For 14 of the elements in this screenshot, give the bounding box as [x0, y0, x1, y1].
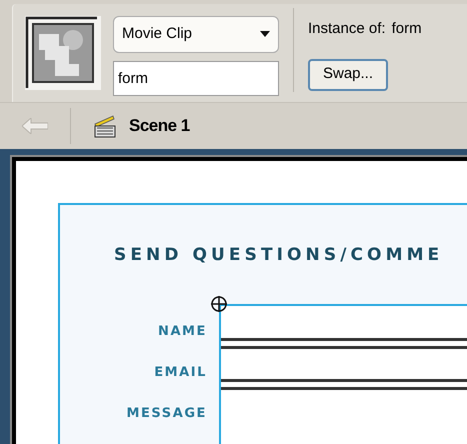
clapperboard-icon: [93, 114, 117, 138]
field-label: EMAIL: [154, 364, 207, 382]
movie-clip-symbol-icon: [25, 16, 101, 90]
field-label: NAME: [158, 323, 207, 341]
instance-of-label: Instance of:: [308, 19, 386, 39]
caret-icon: [260, 31, 270, 38]
swap-button[interactable]: Swap...: [308, 58, 388, 90]
field-label: MESSAGE: [126, 405, 207, 423]
form-title: SEND QUESTIONS/COMME: [114, 244, 444, 266]
instance-name-field[interactable]: form: [113, 60, 279, 96]
symbol-type-dropdown[interactable]: Movie Clip: [113, 16, 279, 52]
registration-point-icon: [210, 295, 228, 313]
instance-of-value: form: [392, 19, 422, 39]
scene-label[interactable]: Scene 1: [129, 113, 190, 138]
